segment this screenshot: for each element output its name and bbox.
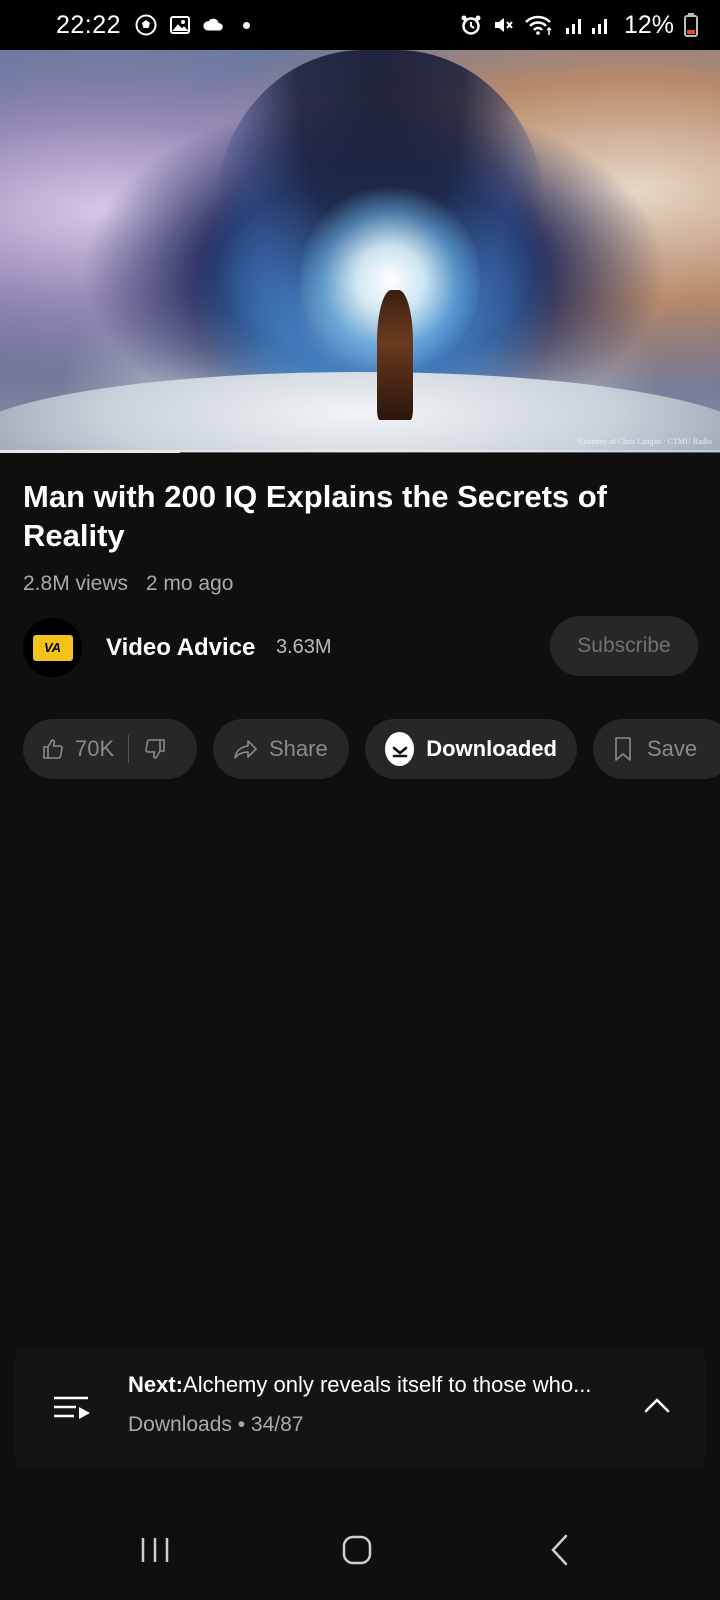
next-prefix: Next: [128, 1372, 184, 1397]
downloaded-icon [385, 732, 415, 766]
system-nav-bar [0, 1500, 720, 1600]
share-label: Share [269, 736, 328, 761]
thumbs-down-icon [145, 739, 165, 759]
like-divider [128, 735, 130, 763]
save-label: Save [647, 736, 698, 761]
upload-age: 2 mo ago [145, 572, 234, 595]
back-icon[interactable] [530, 1530, 590, 1570]
playlist-position: Downloads • 34/87 [128, 1413, 304, 1436]
subscribe-button[interactable]: Subscribe [550, 616, 698, 676]
next-title: Alchemy only reveals itself to those who… [183, 1372, 592, 1397]
wifi-icon [524, 14, 554, 36]
video-title[interactable]: Man with 200 IQ Explains the Secrets of … [23, 477, 663, 555]
video-thumbnail-monk [377, 290, 413, 420]
channel-row: VA Video Advice 3.63M Subscribe [0, 616, 720, 678]
soccer-icon [135, 14, 157, 36]
action-bar: 70K Share Downloaded Save [23, 719, 720, 779]
next-up-bar[interactable]: Next:Alchemy only reveals itself to thos… [15, 1348, 705, 1468]
save-button[interactable]: Save [593, 719, 720, 779]
battery-icon [684, 13, 698, 37]
gallery-icon [169, 14, 191, 36]
like-button[interactable]: 70K [41, 736, 114, 762]
share-button[interactable]: Share [213, 719, 349, 779]
video-meta[interactable]: 2.8M views 2 mo ago [23, 572, 233, 596]
home-icon[interactable] [327, 1530, 387, 1570]
notification-dot [243, 21, 251, 29]
downloaded-label: Downloaded [426, 736, 557, 761]
share-icon [234, 740, 257, 759]
status-time: 22:22 [56, 10, 122, 39]
channel-avatar-logo: VA [32, 634, 73, 661]
next-video-title: Next:Alchemy only reveals itself to thos… [128, 1372, 628, 1398]
subscriber-count: 3.63M [276, 636, 332, 658]
recents-icon[interactable] [125, 1530, 185, 1570]
alarm-icon [460, 14, 482, 36]
cloud-icon [203, 14, 225, 36]
video-player[interactable]: Courtesy of Chris Langan · CTMU Radio [0, 50, 720, 452]
bookmark-icon [615, 737, 631, 761]
signal-icon [564, 14, 614, 36]
downloaded-button[interactable]: Downloaded [365, 719, 577, 779]
chevron-up-icon[interactable] [643, 1392, 671, 1425]
thumbs-up-icon [43, 739, 63, 759]
channel-name[interactable]: Video Advice [106, 634, 255, 662]
dislike-button[interactable] [143, 737, 167, 761]
like-count: 70K [75, 736, 115, 761]
channel-avatar[interactable]: VA [23, 618, 82, 677]
mute-icon [492, 14, 514, 36]
status-bar: 22:22 12% [0, 0, 720, 50]
view-count: 2.8M views [23, 572, 129, 595]
playlist-play-icon [52, 1394, 92, 1427]
video-progress-fill [0, 450, 180, 453]
video-progress-bar[interactable] [0, 450, 720, 453]
video-watermark: Courtesy of Chris Langan · CTMU Radio [578, 437, 712, 446]
like-dislike-group: 70K [23, 719, 197, 779]
battery-percent: 12% [623, 10, 674, 39]
